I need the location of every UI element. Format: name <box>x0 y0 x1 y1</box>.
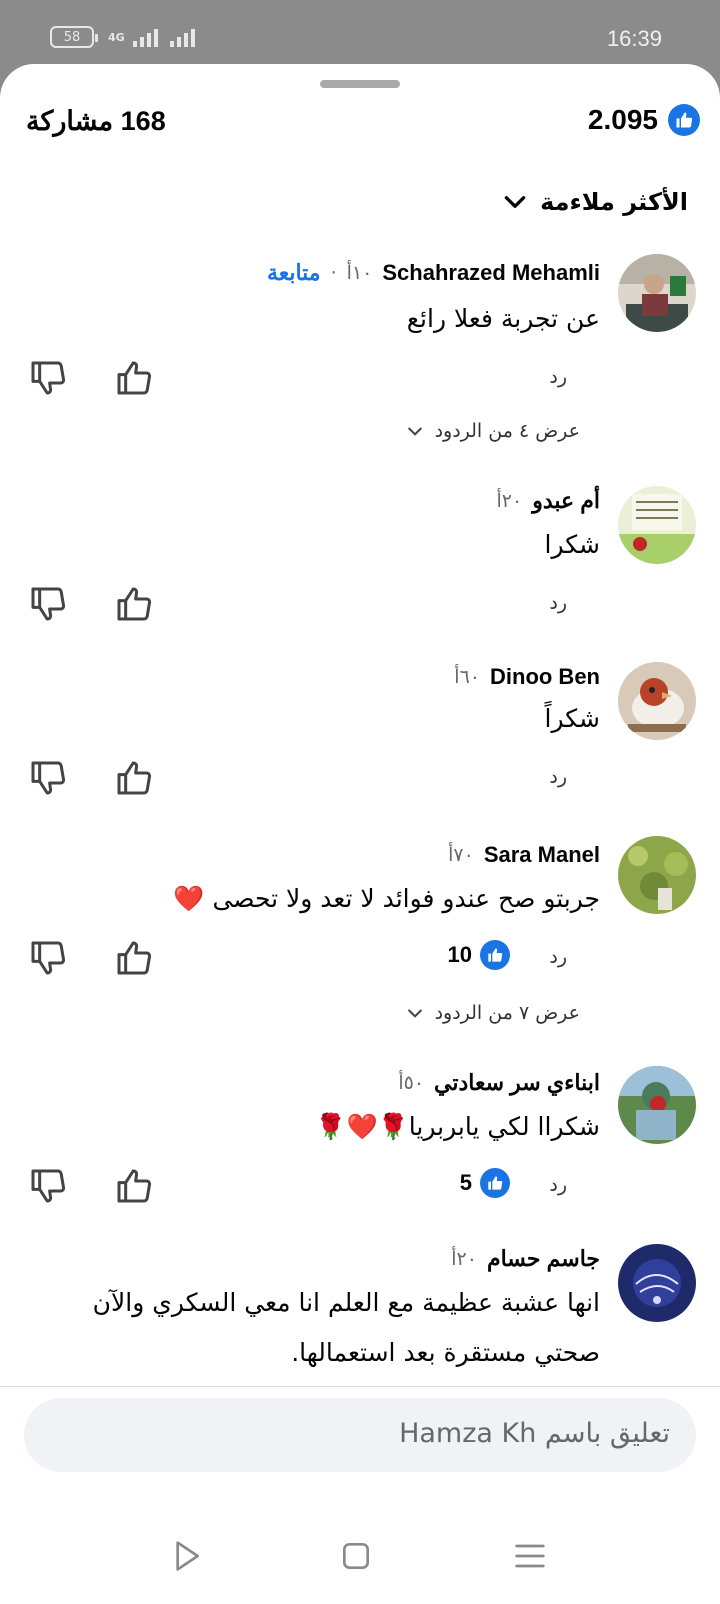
reaction-count: 10 <box>447 942 472 967</box>
follow-button[interactable]: متابعة <box>267 260 321 286</box>
likes-count: 2.095 <box>587 104 658 135</box>
commenter-name[interactable]: Schahrazed Mehamli <box>382 260 600 286</box>
view-replies-button[interactable]: عرض ٤ من الردود <box>405 420 580 442</box>
comment-text: عن تجربة فعلا رائع <box>406 304 600 333</box>
comment-time: ١٠أ <box>346 262 373 284</box>
comment-text: جربتو صح عندو فوائد لا تعد ولا تحصى ❤️ <box>173 884 600 913</box>
avatar[interactable] <box>618 486 696 564</box>
chevron-down-icon <box>407 427 422 436</box>
shares-count[interactable]: 168 مشاركة <box>26 106 166 137</box>
battery-indicator: 58 <box>50 26 98 48</box>
post-stats: 2.095 168 مشاركة <box>0 104 720 144</box>
comment-actions: رد <box>0 756 720 800</box>
comment-actions: رد 10 <box>0 936 720 980</box>
signal-icon-2 <box>169 27 195 47</box>
dislike-icon[interactable] <box>28 584 68 624</box>
reaction-summary[interactable]: 5 <box>460 1168 510 1198</box>
avatar[interactable] <box>618 1066 696 1144</box>
like-icon[interactable] <box>114 358 154 398</box>
reply-button[interactable]: رد <box>549 1174 567 1196</box>
comment-actions: رد <box>0 356 720 400</box>
comment-actions: رد 5 <box>0 1164 720 1208</box>
divider <box>0 1386 720 1387</box>
comment-text: شكراً <box>544 704 601 733</box>
dislike-icon[interactable] <box>28 358 68 398</box>
avatar[interactable] <box>618 1244 696 1322</box>
avatar[interactable] <box>618 836 696 914</box>
comment-time: ٢٠أ <box>496 490 523 512</box>
sort-label: الأكثر ملاءمة <box>540 188 688 216</box>
comment-header: أم عبدو ٢٠أ <box>497 488 601 514</box>
comment-header: Schahrazed Mehamli ١٠أ · متابعة <box>267 260 600 286</box>
comment-time: ٥٠أ <box>398 1072 425 1094</box>
reply-button[interactable]: رد <box>549 592 567 614</box>
avatar[interactable] <box>618 254 696 332</box>
reply-button[interactable]: رد <box>549 946 567 968</box>
system-nav-bar <box>0 1504 720 1604</box>
like-icon[interactable] <box>114 758 154 798</box>
comment-text: شكرا <box>544 530 601 559</box>
reply-button[interactable]: رد <box>549 766 567 788</box>
signal-icon <box>132 27 158 47</box>
comment-time: ٧٠أ <box>448 844 474 866</box>
likes-summary[interactable]: 2.095 <box>588 104 700 136</box>
like-reaction-icon <box>668 104 700 136</box>
comment-time: ٦٠أ <box>454 666 480 688</box>
commenter-name[interactable]: ابناءي سر سعادتي <box>434 1070 600 1096</box>
avatar[interactable] <box>618 662 696 740</box>
clock: 16:39 <box>606 26 662 51</box>
commenter-name[interactable]: جاسم حسام <box>487 1246 600 1272</box>
like-reaction-icon <box>480 940 510 970</box>
dislike-icon[interactable] <box>28 758 68 798</box>
dislike-icon[interactable] <box>28 1166 68 1206</box>
comments-sheet: 2.095 168 مشاركة الأكثر ملاءمة Schahraze… <box>0 64 720 1604</box>
home-icon[interactable] <box>336 1536 376 1576</box>
comment-text: شكراا لكي يابربريا🌹❤️🌹 <box>315 1112 600 1141</box>
commenter-name[interactable]: Sara Manel <box>484 842 600 868</box>
reaction-count: 5 <box>459 1170 472 1195</box>
commenter-name[interactable]: أم عبدو <box>532 488 600 514</box>
separator-dot: · <box>330 262 337 284</box>
network-type: 4G <box>108 30 125 44</box>
reply-button[interactable]: رد <box>549 366 567 388</box>
dislike-icon[interactable] <box>28 938 68 978</box>
drag-handle[interactable] <box>320 80 400 88</box>
battery-level: 58 <box>63 29 81 45</box>
like-icon[interactable] <box>114 938 154 978</box>
comment-input[interactable]: تعليق باسم Hamza Kh <box>24 1398 696 1472</box>
like-icon[interactable] <box>114 584 154 624</box>
sort-dropdown[interactable]: الأكثر ملاءمة <box>502 188 688 216</box>
menu-icon[interactable] <box>510 1536 550 1576</box>
comment-header: Dinoo Ben ٦٠أ <box>454 664 600 690</box>
comment-header: جاسم حسام ٢٠أ <box>451 1246 600 1272</box>
status-icons: 58 4G <box>50 26 195 48</box>
back-icon[interactable] <box>166 1536 206 1576</box>
view-replies-button[interactable]: عرض ٧ من الردود <box>405 1002 580 1024</box>
chevron-down-icon <box>504 196 526 208</box>
comment-time: ٢٠أ <box>451 1248 477 1270</box>
comment-actions: رد <box>0 582 720 626</box>
like-icon[interactable] <box>114 1166 154 1206</box>
view-replies-label: عرض ٧ من الردود <box>434 1002 580 1024</box>
like-reaction-icon <box>480 1168 510 1198</box>
chevron-down-icon <box>407 1009 422 1018</box>
view-replies-label: عرض ٤ من الردود <box>434 420 580 442</box>
comment-header: ابناءي سر سعادتي ٥٠أ <box>398 1070 600 1096</box>
comment-header: Sara Manel ٧٠أ <box>448 842 600 868</box>
comment-input-placeholder: تعليق باسم Hamza Kh <box>399 1418 670 1449</box>
reaction-summary[interactable]: 10 <box>448 940 510 970</box>
comment-text: انها عشبة عظيمة مع العلم انا معي السكري … <box>92 1288 600 1367</box>
commenter-name[interactable]: Dinoo Ben <box>490 664 600 690</box>
